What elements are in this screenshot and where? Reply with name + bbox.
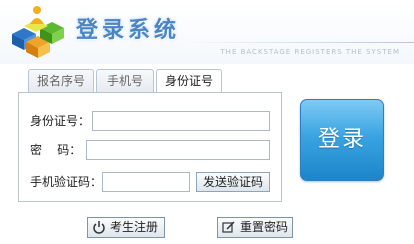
sms-code-label: 手机验证码：: [30, 175, 103, 189]
id-number-input[interactable]: [92, 111, 270, 131]
id-number-label: 身份证号：: [30, 114, 91, 128]
colored-cubes-logo-icon: [12, 6, 64, 58]
tab-id-number[interactable]: 身份证号: [156, 69, 222, 94]
reset-password-button[interactable]: 重置密码: [217, 217, 293, 238]
app-title: 登录系统: [76, 17, 181, 43]
password-input[interactable]: [86, 140, 270, 160]
send-code-button[interactable]: 发送验证码: [196, 172, 270, 192]
edit-icon: [222, 221, 235, 233]
reset-password-label: 重置密码: [240, 220, 289, 234]
register-button[interactable]: 考生注册: [87, 217, 165, 238]
header: 登录系统 THE BACKSTAGE REGISTERS THE SYSTEM: [0, 0, 414, 64]
power-icon: [93, 221, 105, 234]
app-subtitle: THE BACKSTAGE REGISTERS THE SYSTEM: [220, 48, 400, 56]
tab-registration-number[interactable]: 报名序号: [28, 69, 94, 93]
register-label: 考生注册: [110, 220, 159, 234]
login-button[interactable]: 登录: [300, 99, 384, 181]
sms-code-input[interactable]: [102, 172, 190, 192]
tab-phone-number[interactable]: 手机号: [96, 69, 154, 93]
header-divider: [180, 42, 414, 43]
password-label: 密 码：: [30, 143, 82, 157]
